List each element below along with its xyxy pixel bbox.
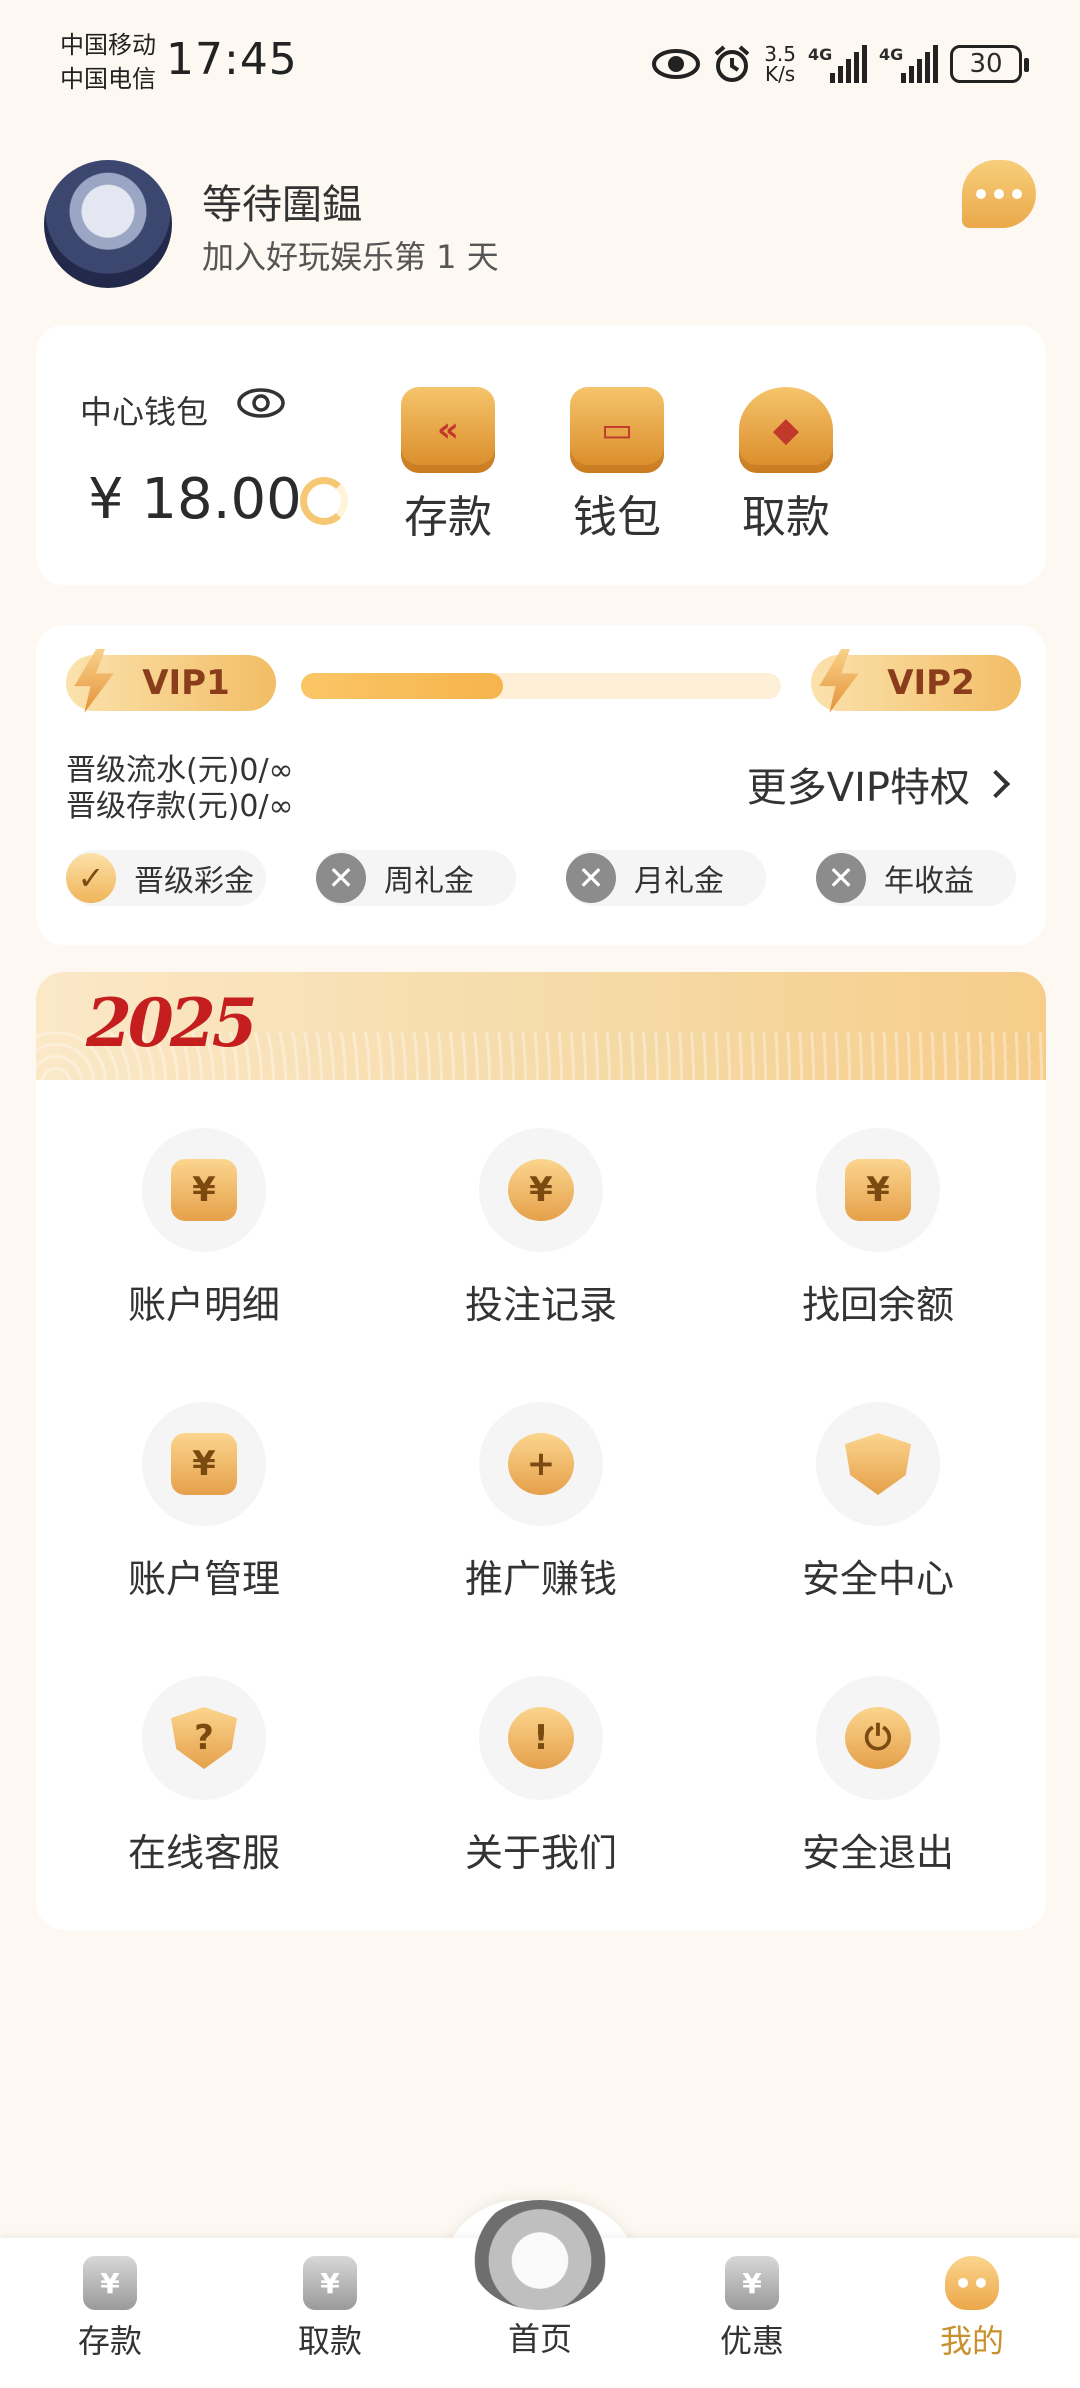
- menu-account-detail[interactable]: ¥ 账户明细: [84, 1128, 324, 1329]
- vip-next-badge: VIP2: [811, 649, 1021, 713]
- nav-promo[interactable]: ¥ 优惠: [672, 2256, 832, 2362]
- menu-recover-balance[interactable]: ¥ 找回余额: [758, 1128, 998, 1329]
- close-icon: ✕: [816, 853, 866, 903]
- withdraw-button[interactable]: ◆ 取款: [731, 387, 841, 545]
- bet-record-icon: ¥: [508, 1159, 574, 1221]
- menu-bet-record[interactable]: ¥ 投注记录: [421, 1128, 661, 1329]
- vip-progress-fill: [301, 673, 503, 699]
- vip-progress-bar: [301, 673, 781, 699]
- carriers: 中国移动 中国电信: [60, 28, 156, 96]
- profile-header: 等待圍鎾 加入好玩娱乐第 1 天: [44, 160, 1044, 290]
- vip-card: VIP1 VIP2 晋级流水(元)0/∞ 晋级存款(元)0/∞ 更多VIP特权 …: [36, 625, 1046, 945]
- username: 等待圍鎾: [202, 182, 362, 228]
- perk-upgrade-bonus[interactable]: ✓ 晋级彩金: [66, 850, 266, 906]
- refresh-icon[interactable]: [300, 477, 348, 525]
- chevron-right-icon: [981, 769, 1011, 799]
- menu-security-center[interactable]: 安全中心: [758, 1402, 998, 1603]
- signal-sim2-icon: 4G: [879, 45, 938, 83]
- net-speed: 3.5 K/s: [764, 42, 796, 86]
- perk-weekly-gift[interactable]: ✕ 周礼金: [316, 850, 516, 906]
- wallet-icon: ▭: [570, 387, 664, 473]
- help-icon: ?: [171, 1707, 237, 1769]
- deposit-button[interactable]: « 存款: [393, 387, 503, 545]
- nav-home[interactable]: 首页: [460, 2308, 620, 2360]
- message-button[interactable]: [962, 160, 1036, 228]
- message-dot-icon: [976, 189, 986, 199]
- menu-account-manage[interactable]: ¥ 账户管理: [84, 1402, 324, 1603]
- wallet-balance: ¥ 18.00: [88, 467, 302, 532]
- withdraw-icon: ◆: [739, 387, 833, 473]
- power-icon: ⏻: [845, 1707, 911, 1769]
- perk-monthly-gift[interactable]: ✕ 月礼金: [566, 850, 766, 906]
- close-icon: ✕: [566, 853, 616, 903]
- vip-current-badge: VIP1: [66, 649, 276, 713]
- promo-nav-icon: ¥: [725, 2256, 779, 2310]
- perk-annual-income[interactable]: ✕ 年收益: [816, 850, 1016, 906]
- home-logo-icon[interactable]: [470, 2200, 610, 2310]
- nav-mine[interactable]: •• 我的: [892, 2256, 1052, 2362]
- deposit-nav-icon: ¥: [83, 2256, 137, 2310]
- carrier-2: 中国电信: [60, 65, 156, 93]
- lightning-icon: [74, 649, 114, 713]
- join-days-text: 加入好玩娱乐第 1 天: [202, 238, 499, 276]
- menu-about-us[interactable]: ! 关于我们: [421, 1676, 661, 1877]
- menu-promote[interactable]: + 推广赚钱: [421, 1402, 661, 1603]
- security-shield-icon: [845, 1433, 911, 1495]
- withdraw-label: 取款: [742, 492, 830, 543]
- recover-balance-icon: ¥: [845, 1159, 911, 1221]
- menu-online-service[interactable]: ? 在线客服: [84, 1676, 324, 1877]
- menu-grid: ¥ 账户明细 ¥ 投注记录 ¥ 找回余额 ¥ 账户管理 + 推广赚钱 安全中心 …: [36, 1080, 1046, 1930]
- deposit-icon: «: [401, 387, 495, 473]
- carrier-1: 中国移动: [60, 31, 156, 59]
- account-detail-icon: ¥: [171, 1159, 237, 1221]
- nav-withdraw[interactable]: ¥ 取款: [250, 2256, 410, 2362]
- wallet-action-label: 钱包: [573, 492, 661, 543]
- clock: 17:45: [166, 34, 298, 85]
- new-year-banner: 2025: [36, 972, 1046, 1082]
- lightning-icon: [819, 649, 859, 713]
- signal-sim1-icon: 4G: [808, 45, 867, 83]
- vip-deposit-requirement: 晋级存款(元)0/∞: [66, 789, 294, 824]
- mine-nav-icon: ••: [945, 2256, 999, 2310]
- eye-toggle-icon[interactable]: [236, 385, 286, 421]
- eye-comfort-icon: [652, 49, 701, 79]
- battery-icon: 30: [950, 45, 1029, 83]
- alarm-icon: [714, 45, 750, 82]
- close-icon: ✕: [316, 853, 366, 903]
- wallet-card: 中心钱包 ¥ 18.00 « 存款 ▭ 钱包 ◆ 取款: [36, 325, 1046, 585]
- wallet-button[interactable]: ▭ 钱包: [562, 387, 672, 545]
- nav-deposit[interactable]: ¥ 存款: [30, 2256, 190, 2362]
- menu-logout[interactable]: ⏻ 安全退出: [758, 1676, 998, 1877]
- deposit-label: 存款: [404, 492, 492, 543]
- withdraw-nav-icon: ¥: [303, 2256, 357, 2310]
- banner-year: 2025: [86, 984, 258, 1062]
- account-manage-icon: ¥: [171, 1433, 237, 1495]
- more-vip-privileges-link[interactable]: 更多VIP特权: [747, 755, 1011, 813]
- wallet-label: 中心钱包: [80, 393, 209, 431]
- status-bar: 中国移动 中国电信 17:45 3.5 K/s 4G 4G 30: [0, 0, 1080, 128]
- avatar[interactable]: [44, 160, 172, 288]
- about-icon: !: [508, 1707, 574, 1769]
- promote-icon: +: [508, 1433, 574, 1495]
- check-icon: ✓: [66, 853, 116, 903]
- status-icons: 3.5 K/s 4G 4G 30: [652, 36, 1029, 92]
